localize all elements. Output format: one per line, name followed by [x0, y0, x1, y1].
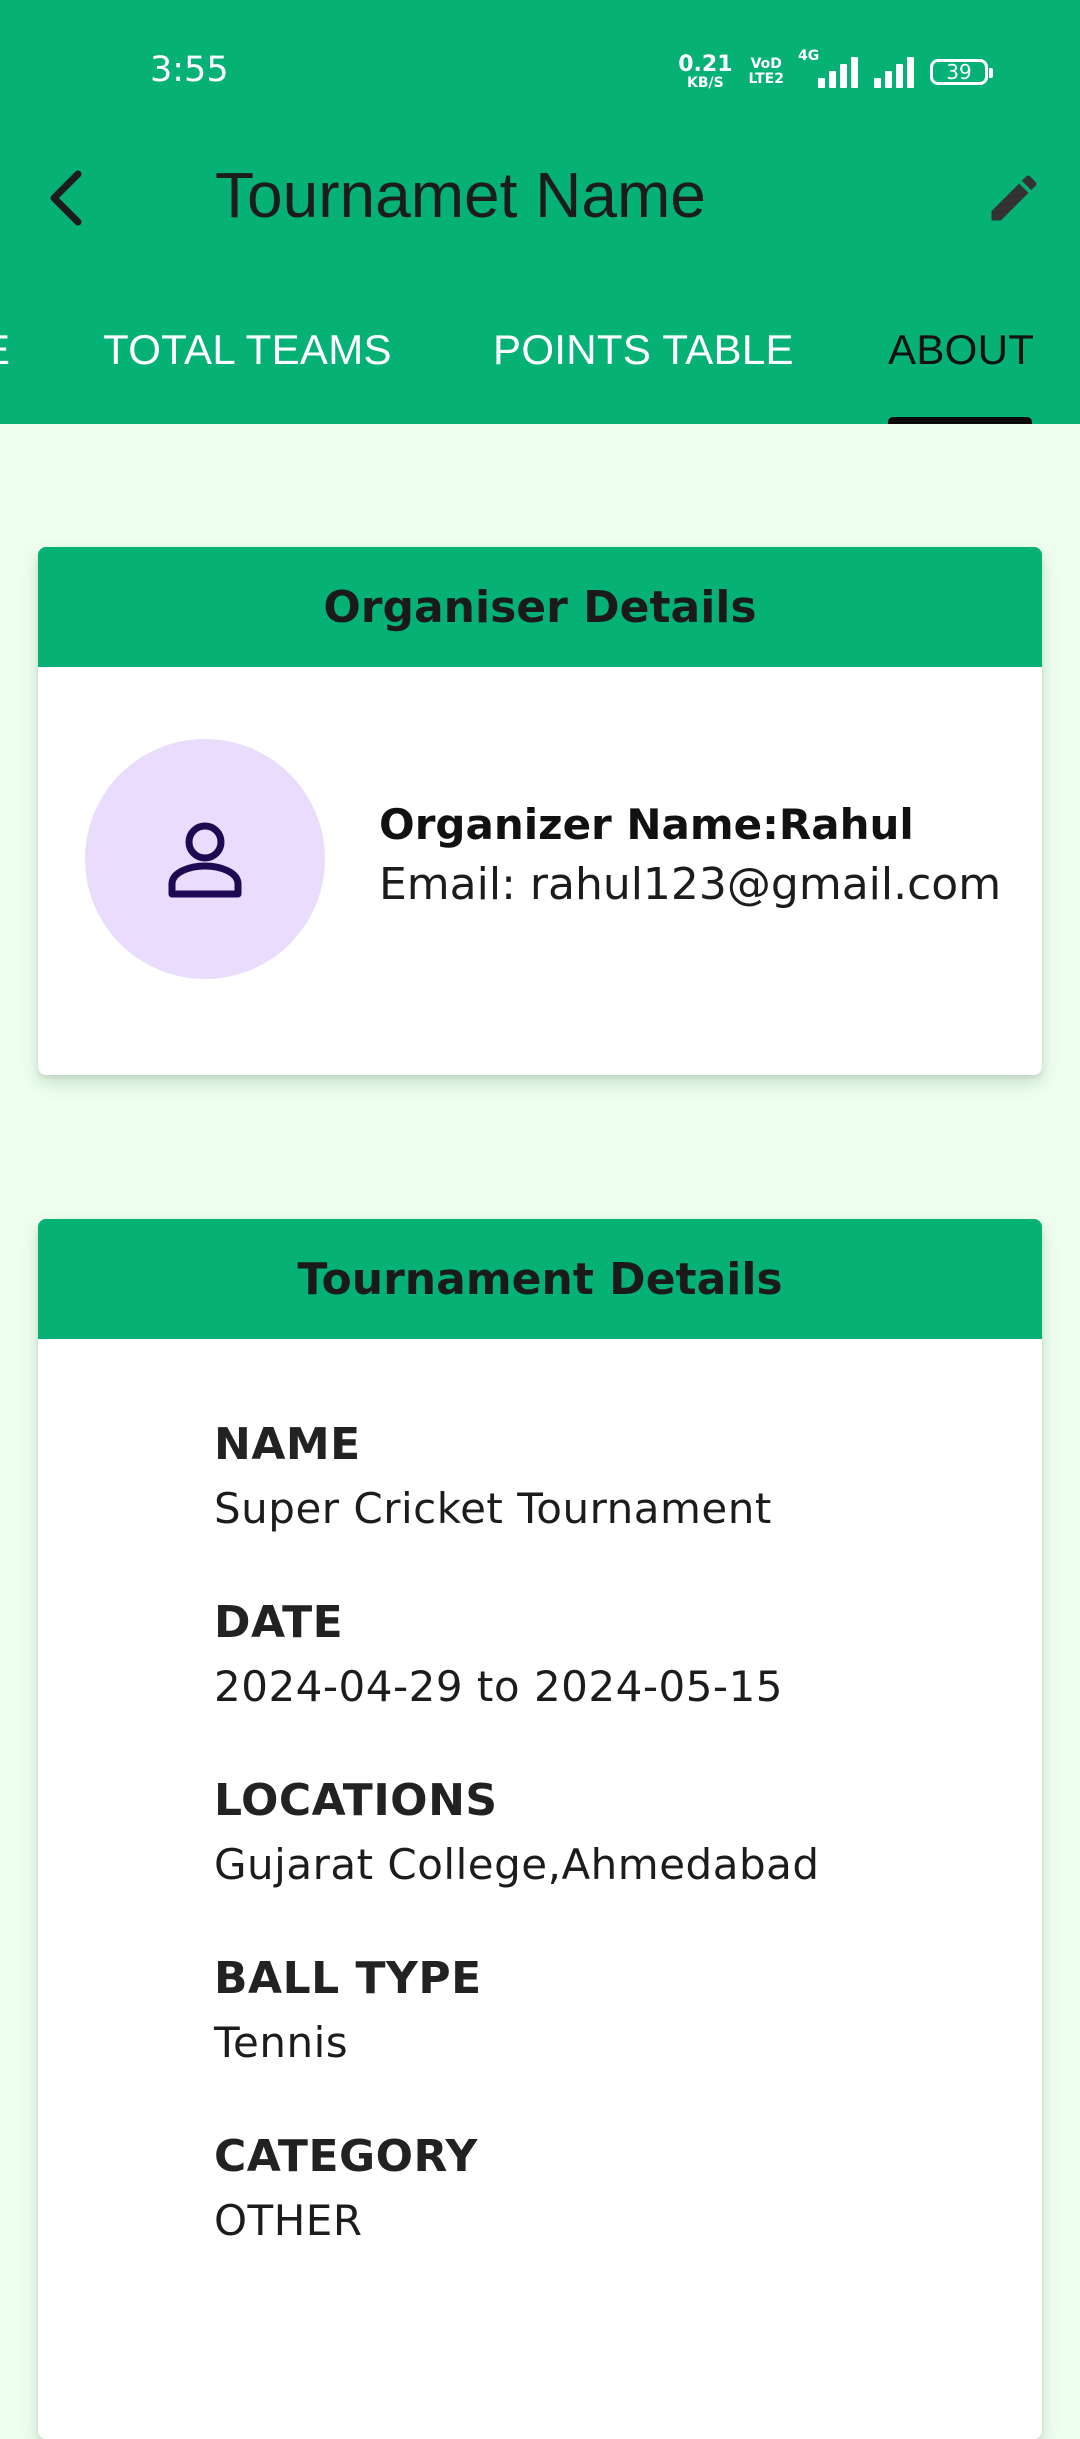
organiser-details-header: Organiser Details — [38, 547, 1042, 667]
detail-item-category: CATEGORY OTHER — [214, 2131, 820, 2245]
tab-total-teams[interactable]: TOTAL TEAMS — [103, 326, 392, 374]
detail-value: Tennis — [214, 2018, 349, 2067]
volte-top-label: VoD — [750, 56, 782, 73]
signal-4g-icon: 4G — [798, 48, 858, 88]
battery-level: 39 — [946, 60, 972, 84]
signal-bar — [851, 57, 858, 88]
detail-value: Gujarat College,Ahmedabad — [214, 1840, 820, 1889]
toolbar: Tournamet Name — [0, 140, 1080, 256]
pencil-icon — [991, 175, 1037, 221]
tournament-details-card: Tournament Details NAME Super Cricket To… — [38, 1219, 1042, 2439]
organiser-info: Organizer Name:Rahul Email: rahul123@gma… — [379, 800, 1001, 910]
battery-icon: 39 — [930, 59, 993, 85]
signal-bar — [818, 78, 825, 88]
signal-bar — [896, 64, 903, 88]
detail-item-name: NAME Super Cricket Tournament — [214, 1419, 820, 1533]
detail-label: CATEGORY — [214, 2131, 478, 2182]
detail-item-locations: LOCATIONS Gujarat College,Ahmedabad — [214, 1775, 820, 1889]
detail-label: LOCATIONS — [214, 1775, 498, 1826]
edit-button[interactable] — [976, 160, 1052, 236]
tab-bar: E TOTAL TEAMS POINTS TABLE ABOUT — [0, 296, 1080, 424]
organizer-email: Email: rahul123@gmail.com — [379, 859, 1002, 910]
volte-icon: VoD LTE2 — [749, 57, 784, 86]
signal-bar — [840, 64, 847, 88]
status-bar: 3:55 0.21 KB/S VoD LTE2 4G 39 — [0, 0, 1080, 140]
person-icon — [168, 822, 242, 898]
network-speed-value: 0.21 — [678, 52, 733, 77]
arrow-back-icon — [50, 170, 82, 226]
back-button[interactable] — [30, 162, 102, 234]
detail-value: Super Cricket Tournament — [214, 1484, 772, 1533]
status-icons: 0.21 KB/S VoD LTE2 4G 39 — [678, 48, 993, 92]
detail-item-date: DATE 2024-04-29 to 2024-05-15 — [214, 1597, 820, 1711]
volte-bottom-label: LTE2 — [748, 71, 784, 87]
signal-bar — [885, 71, 892, 88]
signal-bar — [874, 78, 881, 88]
organiser-details-card: Organiser Details Organizer Name:Rahul E… — [38, 547, 1042, 1075]
status-time: 3:55 — [150, 50, 229, 90]
page-title: Tournamet Name — [215, 159, 706, 231]
detail-label: BALL TYPE — [214, 1953, 482, 2004]
network-speed-unit: KB/S — [687, 75, 724, 91]
tab-points-table[interactable]: POINTS TABLE — [493, 326, 794, 374]
network-speed-indicator: 0.21 KB/S — [678, 52, 733, 91]
detail-label: DATE — [214, 1597, 344, 1648]
signal-bar — [829, 71, 836, 88]
organizer-name: Organizer Name:Rahul — [379, 800, 914, 849]
active-tab-indicator — [888, 417, 1032, 424]
detail-value: 2024-04-29 to 2024-05-15 — [214, 1662, 784, 1711]
tournament-details-header: Tournament Details — [38, 1219, 1042, 1339]
signal-bar — [907, 57, 914, 88]
tournament-details-list: NAME Super Cricket Tournament DATE 2024-… — [214, 1419, 820, 2309]
signal-icon — [874, 56, 914, 88]
detail-label: NAME — [214, 1419, 361, 1470]
detail-item-ball-type: BALL TYPE Tennis — [214, 1953, 820, 2067]
detail-value: OTHER — [214, 2196, 363, 2245]
network-type-label: 4G — [798, 48, 820, 64]
tab-partial[interactable]: E — [0, 326, 10, 374]
app-header: 3:55 0.21 KB/S VoD LTE2 4G 39 Tournamet … — [0, 0, 1080, 424]
avatar — [85, 739, 325, 979]
tab-about[interactable]: ABOUT — [888, 326, 1034, 374]
